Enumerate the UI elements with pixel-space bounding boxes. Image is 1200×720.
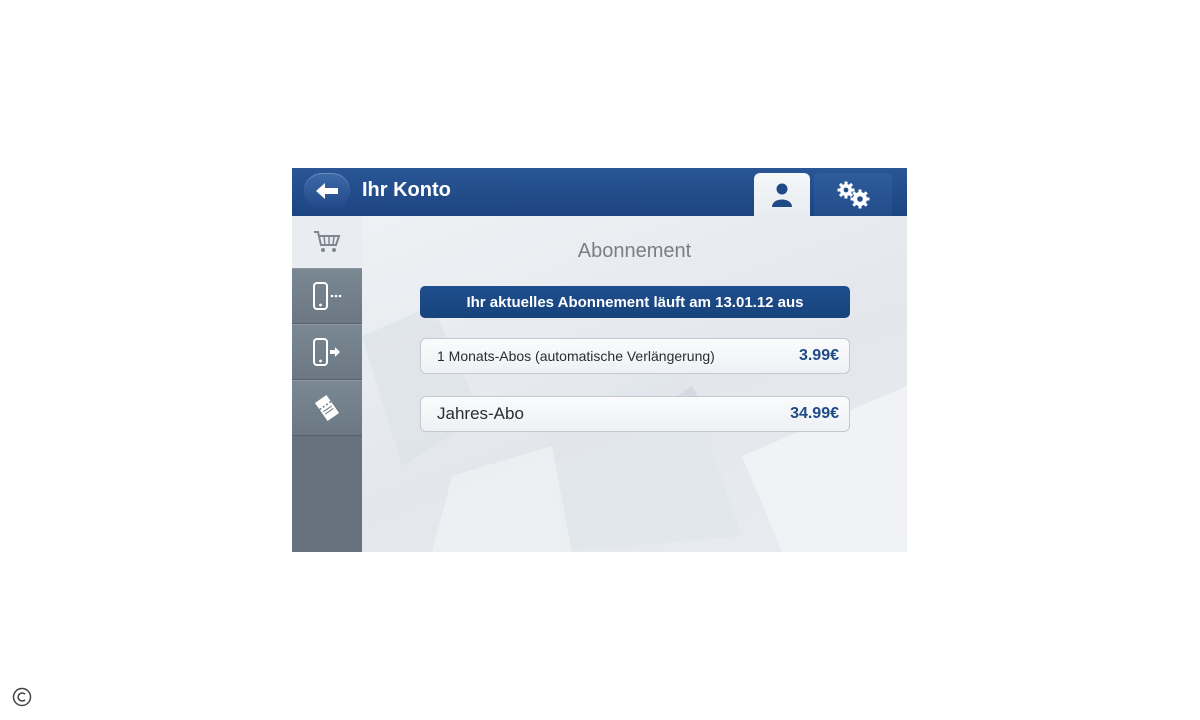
ticket-icon: [314, 394, 340, 422]
app-window: Ihr Konto Abonnement Ihr aktuelles Abonn…: [292, 168, 907, 552]
option-price: 3.99€: [798, 347, 839, 364]
sidebar-item-import[interactable]: [292, 324, 362, 380]
main-content: Abonnement Ihr aktuelles Abonnement läuf…: [362, 216, 907, 552]
tab-account[interactable]: [754, 173, 810, 216]
person-icon: [772, 183, 792, 207]
subscription-status-banner: Ihr aktuelles Abonnement läuft am 13.01.…: [420, 286, 850, 318]
subscription-option-monthly[interactable]: 1 Monats-Abos (automatische Verlängerung…: [420, 338, 850, 374]
cart-icon: [314, 231, 341, 252]
phone-import-icon: [313, 338, 340, 366]
section-title: Abonnement: [577, 240, 692, 262]
copyright-icon: [12, 687, 32, 707]
back-button[interactable]: [304, 173, 350, 209]
phone-export-icon: [313, 282, 342, 310]
option-label: Jahres-Abo: [437, 404, 524, 423]
option-label: 1 Monats-Abos (automatische Verlängerung…: [437, 348, 715, 364]
page-title: Ihr Konto: [362, 179, 451, 201]
sidebar: [292, 216, 362, 552]
header-bar: Ihr Konto: [292, 168, 907, 216]
sidebar-item-export[interactable]: [292, 268, 362, 324]
sidebar-item-shop[interactable]: [292, 216, 362, 268]
option-price: 34.99€: [790, 405, 839, 422]
arrow-left-icon: [316, 183, 338, 199]
gears-icon: [837, 181, 870, 208]
tab-settings[interactable]: [814, 173, 892, 216]
background-pattern: [362, 306, 907, 552]
sidebar-item-voucher[interactable]: [292, 380, 362, 436]
subscription-option-yearly[interactable]: Jahres-Abo 34.99€: [420, 396, 850, 432]
